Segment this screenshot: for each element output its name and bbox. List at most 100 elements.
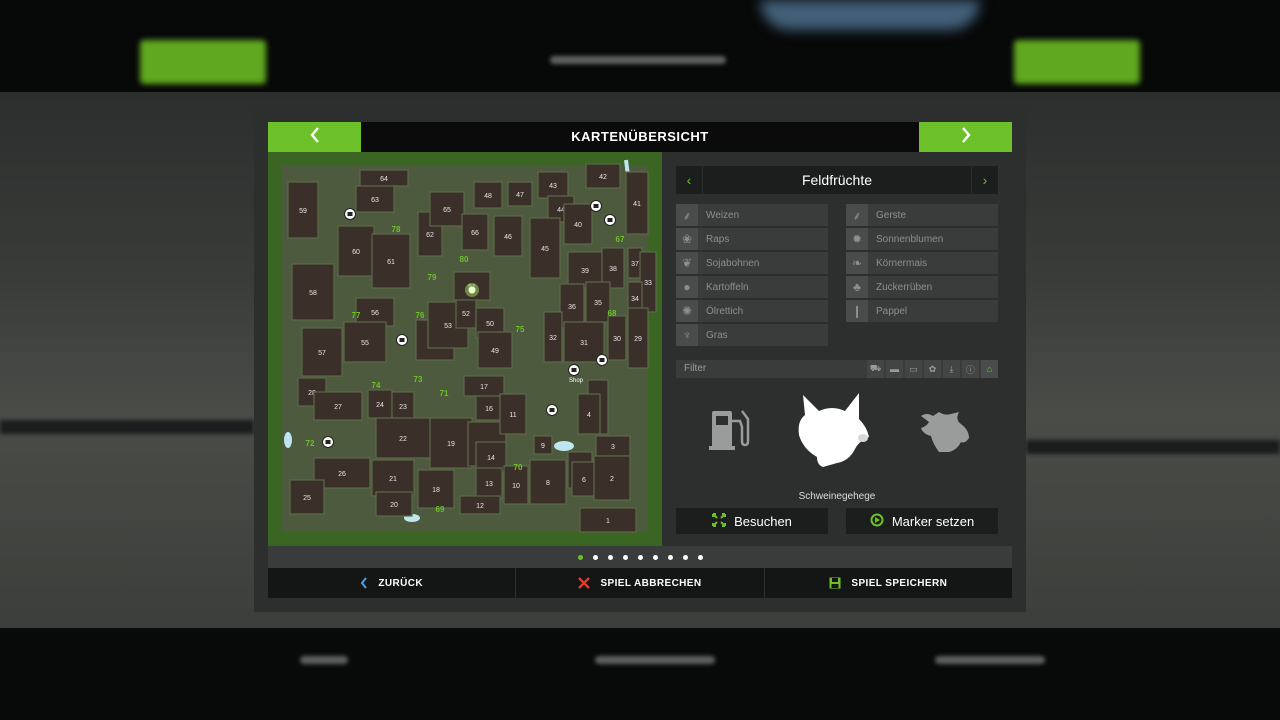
crop-legend-item[interactable]: ♣ Zuckerrüben	[846, 276, 998, 298]
map-field[interactable]: 66	[461, 213, 489, 251]
crop-legend-item[interactable]: ⸙ Gerste	[846, 204, 998, 226]
map-field[interactable]: 8	[529, 459, 567, 505]
crop-legend-item[interactable]: ♆ Gras	[676, 324, 828, 346]
crop-legend-item[interactable]: ✹ Sonnenblumen	[846, 228, 998, 250]
page-dot[interactable]	[592, 554, 598, 560]
fuel-station-icon[interactable]	[704, 400, 754, 456]
page-dot[interactable]	[637, 554, 643, 560]
map-field[interactable]: 9	[533, 435, 553, 455]
map-field[interactable]: 63	[355, 185, 395, 213]
page-dot[interactable]	[577, 554, 583, 560]
map-field[interactable]: 48	[473, 181, 503, 209]
map-field[interactable]: 65	[429, 191, 465, 227]
map-field[interactable]: 18	[417, 469, 455, 509]
crop-label: Ölrettich	[706, 305, 744, 317]
map-field[interactable]: 11	[499, 393, 527, 435]
map-hotspot-icon[interactable]	[596, 354, 608, 366]
map-hotspot-icon[interactable]	[590, 200, 602, 212]
map-field[interactable]: 1	[579, 507, 637, 533]
set-marker-button[interactable]: Marker setzen	[846, 508, 998, 534]
map-field[interactable]: 61	[371, 233, 411, 289]
cancel-game-button[interactable]: SPIEL ABBRECHEN	[516, 568, 765, 598]
next-page-button[interactable]	[919, 122, 1012, 152]
crop-legend-item[interactable]: ● Kartoffeln	[676, 276, 828, 298]
map-field[interactable]: 25	[289, 479, 325, 515]
map-field[interactable]: 58	[291, 263, 335, 321]
crop-legend-item[interactable]: ✺ Ölrettich	[676, 300, 828, 322]
save-game-button[interactable]: SPIEL SPEICHERN	[765, 568, 1012, 598]
map-field[interactable]: 57	[301, 327, 343, 377]
category-prev-button[interactable]: ‹	[676, 166, 703, 194]
page-dot[interactable]	[622, 554, 628, 560]
crop-legend-item[interactable]: ❧ Körnermais	[846, 252, 998, 274]
map-field[interactable]: 45	[529, 217, 561, 279]
home-filter-icon[interactable]: ⌂	[981, 360, 998, 378]
map-field[interactable]: 23	[391, 391, 415, 421]
map-field[interactable]: 46	[493, 215, 523, 257]
map-field[interactable]: 64	[359, 169, 409, 187]
page-dot[interactable]	[682, 554, 688, 560]
map-field[interactable]: 17	[463, 375, 505, 397]
map-field[interactable]: 59	[287, 181, 319, 239]
map-field[interactable]: 4	[577, 393, 601, 435]
map-field[interactable]: 42	[585, 163, 621, 189]
info-filter-icon[interactable]: ⓘ	[962, 360, 979, 378]
back-button[interactable]: ZURÜCK	[268, 568, 517, 598]
map-field[interactable]: 41	[625, 171, 649, 235]
map-field[interactable]: 20	[375, 491, 413, 517]
map-hotspot-icon[interactable]	[344, 208, 356, 220]
map-field[interactable]: 2	[593, 455, 631, 501]
prev-page-button[interactable]	[268, 122, 361, 152]
map-field[interactable]: 35	[585, 281, 611, 323]
map-hotspot-icon[interactable]	[322, 436, 334, 448]
crop-legend-item[interactable]: ❙ Pappel	[846, 300, 998, 322]
field-number-label: 2	[610, 476, 614, 483]
map-field[interactable]: 36	[559, 283, 585, 329]
map-hotspot-icon[interactable]	[604, 214, 616, 226]
map-hotspot-icon[interactable]	[396, 334, 408, 346]
download-filter-icon[interactable]: ⤓	[943, 360, 960, 378]
seeds-filter-icon[interactable]: ✿	[924, 360, 941, 378]
visit-button[interactable]: Besuchen	[676, 508, 828, 534]
map-field[interactable]: 6	[571, 461, 597, 497]
map-hotspot-icon[interactable]	[546, 404, 558, 416]
map-field[interactable]: 43	[537, 171, 569, 199]
field-number-label: 22	[399, 436, 407, 443]
page-dot[interactable]	[667, 554, 673, 560]
farm-map[interactable]: 64 63 59 60 61 62 65 66 46 48 47 43 44 45 40 42 41 39 38 37…	[268, 152, 662, 546]
map-field[interactable]: 55	[343, 321, 387, 363]
crop-label: Sojabohnen	[706, 257, 760, 269]
crop-legend-item[interactable]: ❀ Raps	[676, 228, 828, 250]
crop-legend-item[interactable]: ⸙ Weizen	[676, 204, 828, 226]
map-field[interactable]: 19	[429, 417, 473, 469]
map-canvas[interactable]: 64635960616265664648 4743444540424139 3837…	[268, 152, 662, 546]
map-field[interactable]: 16	[475, 395, 503, 421]
category-next-button[interactable]: ›	[971, 166, 998, 194]
tractor-filter-icon[interactable]: ⛟	[867, 360, 884, 378]
crop-legend-item[interactable]: ❦ Sojabohnen	[676, 252, 828, 274]
cow-pen-icon[interactable]	[914, 406, 974, 456]
map-field[interactable]: 12	[459, 495, 501, 515]
map-field[interactable]: 30	[607, 315, 627, 361]
map-field[interactable]: 13	[475, 467, 503, 499]
map-hotspot-icon[interactable]	[568, 364, 580, 376]
map-field[interactable]: 47	[507, 181, 533, 207]
map-field[interactable]: 22	[375, 417, 431, 459]
page-dot[interactable]	[607, 554, 613, 560]
map-field[interactable]: 3	[595, 435, 631, 457]
map-field[interactable]: 27	[313, 391, 363, 421]
map-field[interactable]: 24	[367, 389, 393, 419]
map-field[interactable]: 60	[337, 225, 375, 277]
page-dot[interactable]	[652, 554, 658, 560]
map-field[interactable]: 40	[563, 203, 593, 245]
page-dot[interactable]	[697, 554, 703, 560]
pig-pen-icon[interactable]	[790, 388, 874, 472]
map-field[interactable]: 29	[627, 307, 649, 369]
map-field[interactable]: 52	[455, 297, 477, 329]
trailer-filter-icon[interactable]: ▭	[905, 360, 922, 378]
vehicle-filter-icon[interactable]: ▬	[886, 360, 903, 378]
field-number-label: 35	[594, 300, 602, 307]
map-field[interactable]: 32	[543, 311, 563, 363]
map-field[interactable]: 49	[477, 331, 513, 369]
map-field[interactable]: 21	[371, 459, 415, 497]
